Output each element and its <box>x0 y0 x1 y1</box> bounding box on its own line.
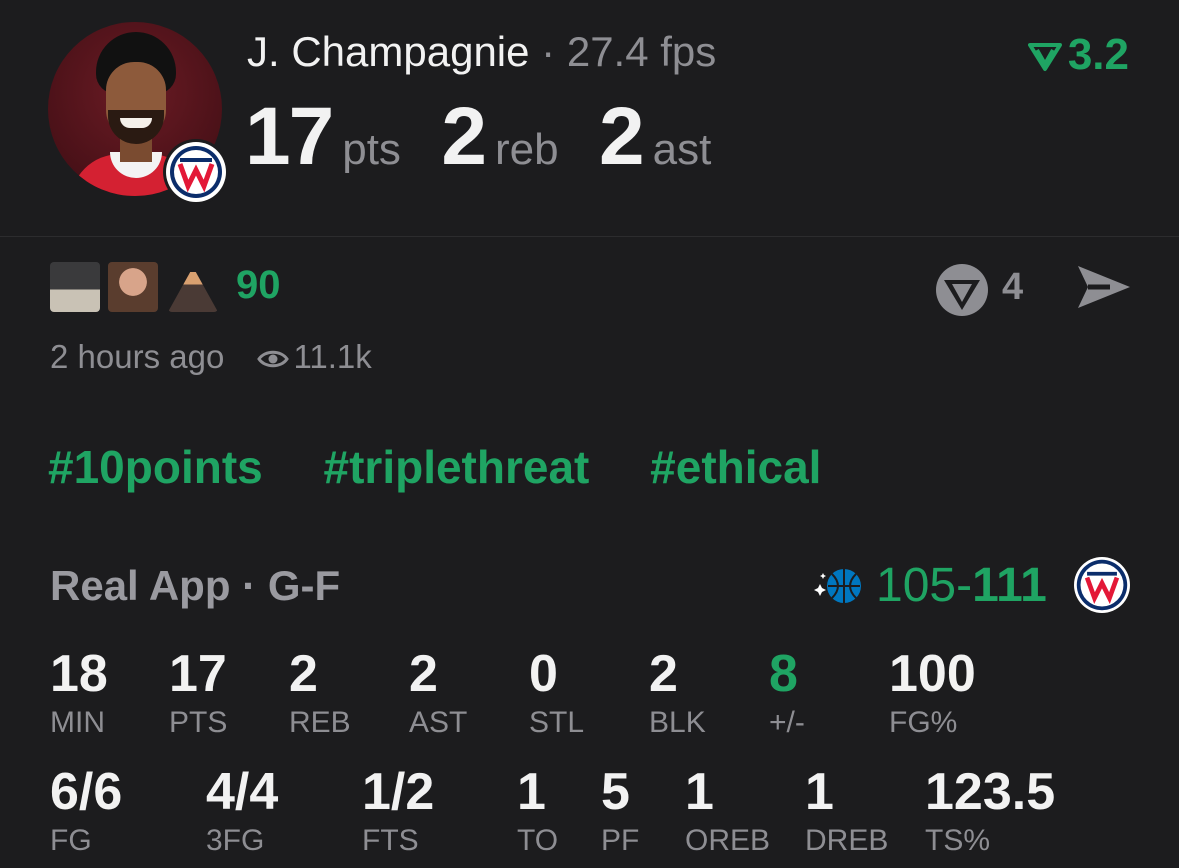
source-name: Real App <box>50 562 231 609</box>
hashtag[interactable]: #ethical <box>650 441 821 493</box>
player-name[interactable]: J. Champagnie <box>247 28 530 75</box>
view-count: 11.1k <box>293 338 372 375</box>
stat-label: FG% <box>889 706 958 739</box>
stat-label: TO <box>517 824 559 857</box>
stat-value: 5 <box>601 763 630 821</box>
eye-icon <box>257 351 290 368</box>
stat-value: 1 <box>517 763 546 821</box>
hashtag[interactable]: #10points <box>48 441 263 493</box>
magic-logo-icon <box>814 569 861 603</box>
reaction-count[interactable]: 90 <box>236 263 281 308</box>
rebounds-label: reb <box>494 125 559 174</box>
stat-label: AST <box>409 706 468 739</box>
stat-plus-minus: 8 +/- <box>769 648 805 738</box>
hashtag[interactable]: #triplethreat <box>324 441 590 493</box>
stat-value: 18 <box>50 645 108 703</box>
opponent-score: 105 <box>876 559 957 612</box>
face-emoji-icon[interactable] <box>108 262 158 312</box>
rebounds-value: 2 <box>441 91 487 182</box>
gem-icon[interactable] <box>934 262 990 318</box>
stat-label: OREB <box>685 824 771 857</box>
rating-arrow-icon <box>1027 43 1062 72</box>
divider <box>0 236 1179 237</box>
points-value: 17 <box>245 91 334 182</box>
post-time: 2 hours ago <box>50 338 225 375</box>
stat-3fg: 4/4 3FG <box>206 766 278 856</box>
share-count: 4 <box>1002 266 1024 308</box>
send-icon[interactable] <box>1074 262 1132 312</box>
stat-to: 1 TO <box>517 766 558 856</box>
stat-value: 1 <box>805 763 834 821</box>
stat-label: BLK <box>649 706 706 739</box>
stat-value: 123.5 <box>925 763 1056 821</box>
rating-score[interactable]: 3.2 <box>1027 30 1129 80</box>
stat-label: 3FG <box>206 824 265 857</box>
player-position: G-F <box>267 562 341 609</box>
stat-label: MIN <box>50 706 105 739</box>
rating-value: 3.2 <box>1067 30 1129 79</box>
score-dash: - <box>956 559 973 612</box>
headline-statline: 17 pts 2 reb 2 ast <box>245 90 747 184</box>
player-name-line[interactable]: J. Champagnie · 27.4 fps <box>247 28 716 76</box>
stat-value: 1 <box>685 763 714 821</box>
stat-min: 18 MIN <box>50 648 108 738</box>
stat-label: TS% <box>925 824 991 857</box>
separator-dot: · <box>541 28 556 75</box>
stat-value: 1/2 <box>362 763 435 821</box>
post-meta: 2 hours ago 11.1k <box>50 338 372 376</box>
stat-pf: 5 PF <box>601 766 639 856</box>
volcano-emoji-icon[interactable] <box>168 267 218 312</box>
stat-label: DREB <box>805 824 889 857</box>
stat-label: FG <box>50 824 92 857</box>
wizards-logo-icon <box>1074 557 1130 613</box>
stat-fg: 6/6 FG <box>50 766 122 856</box>
fist-pump-emoji-icon[interactable] <box>50 262 100 312</box>
stat-label: FTS <box>362 824 419 857</box>
stat-value: 4/4 <box>206 763 279 821</box>
stat-stl: 0 STL <box>529 648 584 738</box>
stat-label: STL <box>529 706 585 739</box>
stat-value: 17 <box>169 645 227 703</box>
game-score[interactable]: 105-111 <box>876 558 1047 613</box>
separator-dot: · <box>242 562 257 609</box>
wizards-logo-icon <box>166 142 226 202</box>
stat-reb: 2 REB <box>289 648 351 738</box>
stat-ast: 2 AST <box>409 648 467 738</box>
fantasy-points: 27.4 fps <box>566 28 717 75</box>
stat-value: 2 <box>409 645 438 703</box>
stat-pts: 17 PTS <box>169 648 227 738</box>
stat-value: 8 <box>769 645 798 703</box>
stat-fg-pct: 100 FG% <box>889 648 976 738</box>
stat-value: 100 <box>889 645 976 703</box>
stat-dreb: 1 DREB <box>805 766 888 856</box>
stat-value: 6/6 <box>50 763 123 821</box>
stat-label: PTS <box>169 706 228 739</box>
stat-ts-pct: 123.5 TS% <box>925 766 1055 856</box>
stat-blk: 2 BLK <box>649 648 706 738</box>
stat-value: 2 <box>649 645 678 703</box>
stat-label: +/- <box>769 706 805 739</box>
team-score: 111 <box>972 559 1047 612</box>
stat-value: 2 <box>289 645 318 703</box>
stat-value: 0 <box>529 645 558 703</box>
stat-label: PF <box>601 824 640 857</box>
hashtag-list: #10points #triplethreat #ethical <box>48 440 869 494</box>
stat-oreb: 1 OREB <box>685 766 770 856</box>
assists-value: 2 <box>599 91 645 182</box>
stat-label: REB <box>289 706 351 739</box>
source-line: Real App · G-F <box>50 562 340 610</box>
stat-fts: 1/2 FTS <box>362 766 434 856</box>
points-label: pts <box>342 125 401 174</box>
assists-label: ast <box>652 125 712 174</box>
